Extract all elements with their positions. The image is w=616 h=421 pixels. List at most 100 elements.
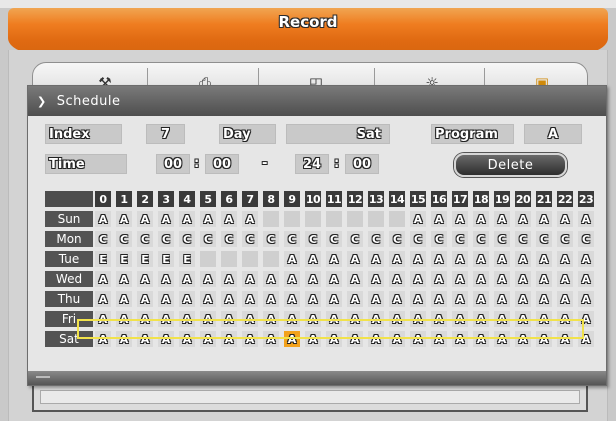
schedule-cell[interactable]: A — [263, 331, 279, 347]
schedule-cell[interactable]: A — [410, 211, 426, 227]
schedule-cell[interactable]: A — [473, 331, 489, 347]
schedule-cell[interactable]: A — [284, 331, 300, 347]
schedule-cell[interactable]: A — [368, 291, 384, 307]
schedule-cell[interactable]: A — [221, 311, 237, 327]
schedule-cell[interactable]: A — [431, 271, 447, 287]
schedule-cell[interactable]: A — [431, 251, 447, 267]
schedule-cell[interactable]: A — [494, 271, 510, 287]
day-label-thu[interactable]: Thu — [45, 291, 93, 307]
schedule-cell[interactable]: A — [368, 251, 384, 267]
schedule-cell[interactable]: A — [536, 331, 552, 347]
schedule-cell[interactable]: A — [557, 251, 573, 267]
schedule-cell[interactable]: A — [116, 311, 132, 327]
schedule-cell[interactable]: A — [137, 211, 153, 227]
schedule-cell[interactable] — [326, 211, 342, 227]
schedule-cell[interactable]: C — [452, 231, 468, 247]
schedule-cell[interactable]: A — [221, 331, 237, 347]
schedule-cell[interactable]: A — [473, 291, 489, 307]
schedule-cell[interactable]: A — [305, 291, 321, 307]
schedule-cell[interactable]: A — [368, 331, 384, 347]
schedule-cell[interactable]: C — [515, 231, 531, 247]
schedule-cell[interactable]: A — [221, 271, 237, 287]
schedule-cell[interactable]: C — [242, 231, 258, 247]
schedule-cell[interactable]: A — [368, 311, 384, 327]
schedule-cell[interactable]: A — [284, 251, 300, 267]
schedule-cell[interactable]: C — [368, 231, 384, 247]
schedule-cell[interactable]: A — [137, 291, 153, 307]
schedule-cell[interactable]: E — [158, 251, 174, 267]
delete-button[interactable]: Delete — [454, 153, 567, 177]
schedule-cell[interactable]: A — [515, 311, 531, 327]
schedule-cell[interactable]: A — [389, 291, 405, 307]
schedule-cell[interactable]: A — [137, 271, 153, 287]
schedule-cell[interactable]: A — [389, 251, 405, 267]
schedule-cell[interactable]: A — [263, 291, 279, 307]
schedule-cell[interactable]: A — [242, 271, 258, 287]
schedule-cell[interactable]: A — [473, 311, 489, 327]
schedule-cell[interactable]: A — [515, 291, 531, 307]
start-hour-field[interactable]: 00 — [156, 154, 190, 174]
schedule-cell[interactable]: A — [557, 331, 573, 347]
schedule-cell[interactable]: A — [347, 251, 363, 267]
schedule-cell[interactable]: A — [116, 271, 132, 287]
schedule-cell[interactable]: C — [284, 231, 300, 247]
schedule-cell[interactable]: A — [284, 291, 300, 307]
schedule-cell[interactable]: A — [410, 311, 426, 327]
schedule-cell[interactable]: A — [452, 211, 468, 227]
schedule-cell[interactable]: A — [158, 331, 174, 347]
schedule-cell[interactable]: A — [305, 311, 321, 327]
schedule-cell[interactable]: A — [263, 271, 279, 287]
schedule-cell[interactable]: A — [200, 271, 216, 287]
schedule-cell[interactable]: A — [305, 271, 321, 287]
schedule-cell[interactable]: A — [242, 311, 258, 327]
schedule-cell[interactable]: C — [95, 231, 111, 247]
day-label-mon[interactable]: Mon — [45, 231, 93, 247]
schedule-cell[interactable]: A — [494, 311, 510, 327]
schedule-cell[interactable]: A — [347, 271, 363, 287]
schedule-cell[interactable]: C — [410, 231, 426, 247]
schedule-cell[interactable]: C — [116, 231, 132, 247]
schedule-cell[interactable]: A — [95, 291, 111, 307]
schedule-cell[interactable]: A — [452, 251, 468, 267]
schedule-cell[interactable]: A — [557, 211, 573, 227]
schedule-cell[interactable]: A — [326, 331, 342, 347]
schedule-cell[interactable] — [242, 251, 258, 267]
schedule-cell[interactable]: A — [431, 291, 447, 307]
schedule-cell[interactable]: A — [410, 331, 426, 347]
schedule-cell[interactable]: A — [347, 331, 363, 347]
schedule-cell[interactable]: A — [95, 271, 111, 287]
schedule-cell[interactable]: A — [452, 291, 468, 307]
schedule-cell[interactable]: A — [179, 271, 195, 287]
schedule-cell[interactable]: A — [179, 311, 195, 327]
day-label-sun[interactable]: Sun — [45, 211, 93, 227]
schedule-cell[interactable]: A — [452, 331, 468, 347]
schedule-cell[interactable]: A — [473, 211, 489, 227]
schedule-cell[interactable]: A — [158, 271, 174, 287]
schedule-cell[interactable]: A — [494, 331, 510, 347]
schedule-cell[interactable]: A — [347, 291, 363, 307]
schedule-cell[interactable]: A — [494, 251, 510, 267]
schedule-cell[interactable]: C — [389, 231, 405, 247]
schedule-cell[interactable]: A — [515, 211, 531, 227]
schedule-cell[interactable]: A — [578, 271, 594, 287]
schedule-cell[interactable]: C — [179, 231, 195, 247]
schedule-cell[interactable]: A — [431, 211, 447, 227]
schedule-cell[interactable]: A — [536, 211, 552, 227]
schedule-cell[interactable]: A — [158, 211, 174, 227]
schedule-cell[interactable]: E — [179, 251, 195, 267]
schedule-cell[interactable]: C — [578, 231, 594, 247]
schedule-cell[interactable]: A — [95, 311, 111, 327]
schedule-cell[interactable]: A — [557, 271, 573, 287]
schedule-cell[interactable]: C — [347, 231, 363, 247]
schedule-cell[interactable]: A — [116, 211, 132, 227]
schedule-cell[interactable]: A — [452, 271, 468, 287]
schedule-cell[interactable]: A — [515, 251, 531, 267]
schedule-cell[interactable]: A — [158, 291, 174, 307]
schedule-cell[interactable] — [263, 251, 279, 267]
schedule-cell[interactable] — [200, 251, 216, 267]
schedule-cell[interactable]: A — [536, 251, 552, 267]
schedule-cell[interactable]: A — [179, 331, 195, 347]
schedule-cell[interactable]: A — [305, 331, 321, 347]
resize-handle[interactable] — [36, 376, 50, 378]
schedule-cell[interactable]: C — [473, 231, 489, 247]
